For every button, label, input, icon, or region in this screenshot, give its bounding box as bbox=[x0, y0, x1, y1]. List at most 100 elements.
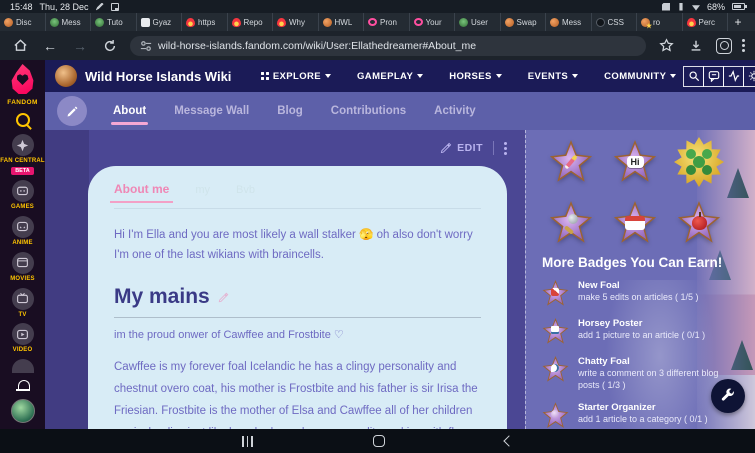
nav-community[interactable]: COMMUNITY bbox=[604, 71, 677, 82]
theme-button[interactable] bbox=[743, 65, 755, 87]
browser-tab[interactable]: Perc bbox=[683, 13, 728, 31]
section-edit-pencil-icon[interactable] bbox=[218, 292, 229, 303]
recents-button[interactable] bbox=[241, 435, 254, 447]
browser-tab[interactable]: CSS bbox=[592, 13, 637, 31]
browser-tab[interactable]: Repo bbox=[228, 13, 273, 31]
tab-about[interactable]: About bbox=[111, 95, 149, 127]
mains-paragraph: Cawffee is my forever foal Icelandic he … bbox=[114, 361, 479, 429]
sidebar-item-anime[interactable] bbox=[11, 215, 34, 238]
wiki-title[interactable]: Wild Horse Islands Wiki bbox=[85, 69, 231, 84]
activity-button[interactable] bbox=[723, 65, 745, 87]
browser-tab[interactable]: Disc bbox=[0, 13, 46, 31]
back-button[interactable]: ← bbox=[40, 36, 60, 56]
discussions-button[interactable] bbox=[703, 65, 725, 87]
fandom-brand: FANDOM bbox=[7, 99, 38, 106]
new-tab-button[interactable]: + bbox=[728, 13, 748, 31]
sidebar-item-video[interactable] bbox=[11, 323, 34, 346]
fandom-logo-icon[interactable] bbox=[11, 64, 34, 94]
shuriken-icon bbox=[16, 139, 29, 151]
profile-menu-button[interactable] bbox=[504, 141, 507, 155]
home-button[interactable] bbox=[10, 36, 30, 56]
battery-icon bbox=[732, 3, 747, 10]
browser-toolbar: ← → wild-horse-islands.fandom.com/wiki/U… bbox=[0, 31, 755, 60]
tab-message-wall[interactable]: Message Wall bbox=[172, 95, 251, 127]
edit-button[interactable]: EDIT bbox=[440, 142, 483, 154]
badge-apple[interactable] bbox=[677, 201, 721, 245]
badge-hi[interactable]: Hi bbox=[613, 140, 657, 184]
browser-tab[interactable]: ro bbox=[637, 13, 683, 31]
wiki-search-button[interactable] bbox=[683, 65, 705, 87]
browser-tab[interactable]: Why bbox=[273, 13, 319, 31]
badge-nametag[interactable] bbox=[613, 201, 657, 245]
badge-lucky-clover[interactable] bbox=[674, 137, 724, 187]
bookmark-button[interactable] bbox=[656, 36, 676, 56]
refresh-button[interactable] bbox=[100, 36, 120, 56]
sidebar-item-label: FAN CENTRAL bbox=[0, 158, 45, 164]
android-home-button[interactable] bbox=[373, 435, 386, 447]
eraser-icon bbox=[564, 154, 578, 170]
download-button[interactable] bbox=[686, 36, 706, 56]
tab-contributions[interactable]: Contributions bbox=[329, 95, 408, 127]
earned-badges: Hi bbox=[542, 137, 728, 245]
browser-tab[interactable]: Mess bbox=[546, 13, 592, 31]
page-body: EDIT About me my Bvb Hi I'm Ella and you… bbox=[45, 130, 755, 429]
badges-sidebar: Hi More Badges You Can Earn! New Foal mak… bbox=[525, 130, 755, 429]
browser-tab[interactable]: Pron bbox=[364, 13, 410, 31]
screen: 15:48 Thu, 28 Dec 68% Disc Mess Tuto Gya… bbox=[0, 0, 755, 453]
search-icon[interactable] bbox=[15, 113, 30, 127]
profile-edit-avatar-button[interactable] bbox=[57, 96, 87, 126]
screenshot-icon bbox=[110, 2, 119, 11]
nav-events[interactable]: EVENTS bbox=[528, 71, 579, 82]
browser-tab[interactable]: Gyaz bbox=[137, 13, 182, 31]
badge-list-item: Starter Organizer add 1 article to a cate… bbox=[542, 402, 741, 429]
browser-tab[interactable]: Swap bbox=[501, 13, 546, 31]
browser-tab-strip: Disc Mess Tuto Gyaz https Repo Why HWL P… bbox=[0, 13, 755, 31]
url-bar[interactable]: wild-horse-islands.fandom.com/wiki/User:… bbox=[130, 35, 646, 56]
badge-microphone[interactable] bbox=[549, 201, 593, 245]
nametag-icon bbox=[625, 216, 645, 230]
android-back-button[interactable] bbox=[503, 435, 515, 447]
tab-favicon-icon bbox=[504, 17, 514, 27]
tab-activity[interactable]: Activity bbox=[432, 95, 478, 127]
customize-fab-button[interactable] bbox=[711, 379, 745, 413]
browser-menu-button[interactable] bbox=[742, 39, 745, 52]
url-text: wild-horse-islands.fandom.com/wiki/User:… bbox=[158, 39, 477, 52]
user-avatar[interactable] bbox=[10, 399, 35, 424]
tab-favicon-icon bbox=[322, 17, 332, 27]
browser-tab[interactable]: User bbox=[455, 13, 501, 31]
browser-tab[interactable]: Mess bbox=[46, 13, 91, 31]
refresh-icon bbox=[104, 39, 116, 51]
more-badges-list: New Foal make 5 edits on articles ( 1/5 )… bbox=[542, 280, 741, 429]
tv-icon bbox=[17, 292, 28, 304]
movies-icon bbox=[17, 258, 28, 268]
faint-tab[interactable]: my bbox=[195, 184, 210, 202]
badge-eraser[interactable] bbox=[549, 140, 593, 184]
browser-tab[interactable]: Tuto bbox=[91, 13, 137, 31]
about-me-tab[interactable]: About me bbox=[109, 182, 174, 203]
sidebar-item-more[interactable] bbox=[11, 359, 34, 374]
nav-explore[interactable]: EXPLORE bbox=[261, 71, 332, 82]
nav-gameplay[interactable]: GAMEPLAY bbox=[357, 71, 424, 82]
notifications-bell-icon[interactable] bbox=[15, 380, 30, 394]
tab-switcher-button[interactable] bbox=[716, 37, 732, 54]
tab-favicon-icon bbox=[686, 17, 696, 27]
sidebar-item-tv[interactable] bbox=[11, 287, 34, 310]
tab-favicon-icon bbox=[4, 17, 13, 27]
star-badge-icon bbox=[542, 402, 569, 429]
browser-tab[interactable]: HWL bbox=[319, 13, 364, 31]
faint-tab[interactable]: Bvb bbox=[236, 184, 255, 202]
microphone-icon bbox=[563, 214, 579, 232]
tab-favicon-icon bbox=[140, 17, 150, 27]
nav-horses[interactable]: HORSES bbox=[449, 71, 502, 82]
tab-blog[interactable]: Blog bbox=[275, 95, 305, 127]
wrench-icon bbox=[721, 388, 734, 401]
sidebar-item-movies[interactable] bbox=[11, 251, 34, 274]
browser-tab[interactable]: Your bbox=[410, 13, 455, 31]
sidebar-item-label: GAMES bbox=[10, 203, 34, 210]
forward-button[interactable]: → bbox=[70, 36, 90, 56]
sidebar-item-fan-central[interactable] bbox=[11, 134, 34, 156]
tab-favicon-icon bbox=[368, 18, 377, 26]
browser-tab[interactable]: https bbox=[182, 13, 228, 31]
wiki-logo[interactable] bbox=[55, 65, 77, 87]
sidebar-item-games[interactable] bbox=[11, 179, 34, 202]
